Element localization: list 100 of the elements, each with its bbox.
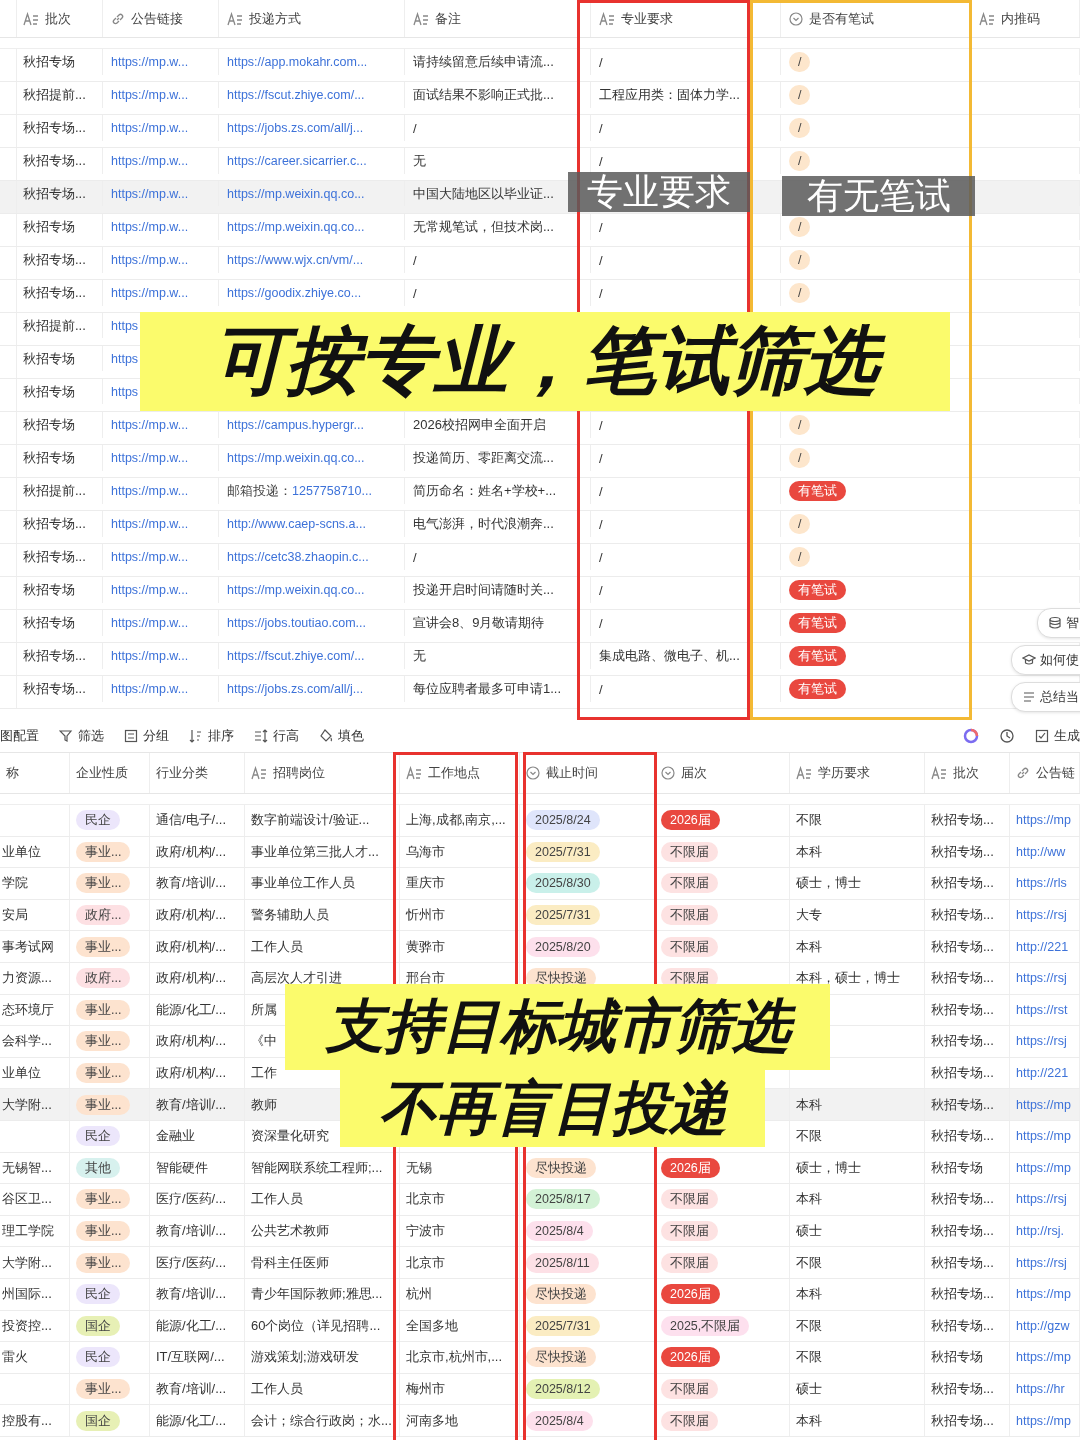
link[interactable]: https://mp.w... (111, 451, 189, 465)
column-header: 公告链接 (131, 9, 183, 28)
table-cell: 硕士 (796, 1380, 822, 1398)
link-icon (1016, 766, 1030, 780)
table-cell: 梅州市 (406, 1380, 445, 1398)
link[interactable]: http://www.caep-scns.a... (227, 517, 366, 531)
link[interactable]: https://mp.w... (111, 517, 189, 531)
text-field-icon (599, 11, 615, 26)
link[interactable]: https://mp.weixin.qq.co... (227, 583, 365, 597)
table-cell: 重庆市 (406, 874, 445, 893)
link[interactable]: https (111, 351, 139, 366)
link[interactable]: https://mp.w... (111, 682, 189, 696)
link[interactable]: https://fscut.zhiye.com/... (227, 649, 365, 663)
table-cell: / (413, 252, 417, 268)
tag: 民企 (76, 810, 120, 831)
toolbar-button[interactable]: 生成 (1035, 727, 1080, 745)
toolbar-button[interactable]: 分组 (124, 727, 169, 745)
link[interactable]: http://221 (1016, 939, 1069, 954)
table-cell: / (599, 417, 603, 433)
link[interactable]: http://221 (1016, 1066, 1069, 1081)
link[interactable]: https://mp.weixin.qq.co... (227, 186, 365, 201)
tag: / (789, 52, 811, 72)
link[interactable]: https://mp.w... (111, 121, 189, 135)
link[interactable]: http://gzw (1016, 1318, 1070, 1333)
link[interactable]: https://cetc38.zhaopin.c... (227, 550, 369, 564)
link[interactable]: https://hr (1016, 1382, 1065, 1396)
table-cell: 秋招专场... (931, 1380, 994, 1398)
link[interactable]: https://www.wjx.cn/vm/... (227, 253, 364, 267)
email-link[interactable]: 1257758710... (292, 484, 372, 498)
table-cell: 安局 (2, 906, 28, 925)
link[interactable]: https (111, 384, 139, 399)
link[interactable]: https://rsj (1016, 1034, 1067, 1049)
table-cell: 全国多地 (406, 1316, 458, 1335)
link[interactable]: https://rsj (1016, 1192, 1067, 1207)
link[interactable]: https://rls (1016, 876, 1067, 891)
link[interactable]: https://mp.w... (111, 55, 189, 69)
toolbar-button[interactable]: 排序 (189, 727, 234, 745)
ring-icon[interactable] (963, 728, 979, 744)
link[interactable]: https://mp.w... (111, 286, 189, 300)
link[interactable]: https://jobs.zs.com/all/j... (227, 121, 364, 135)
link[interactable]: https://mp (1016, 1287, 1071, 1302)
toolbar-button[interactable]: 筛选 (59, 727, 104, 745)
tag: / (789, 547, 811, 567)
link[interactable]: https://goodix.zhiye.co... (227, 286, 362, 300)
link[interactable]: https://mp.weixin.qq.co... (227, 451, 365, 465)
link[interactable]: https://app.mokahr.com... (227, 55, 368, 69)
table-cell: / (599, 450, 603, 466)
column-header: 行业分类 (156, 764, 208, 782)
link[interactable]: https://mp.w... (111, 154, 189, 168)
link[interactable]: https://fscut.zhiye.com/... (227, 88, 365, 102)
link[interactable]: https://mp.w... (111, 88, 189, 102)
tag: 2026届 (661, 1284, 720, 1305)
link[interactable]: https://career.sicarrier.c... (227, 154, 367, 168)
link[interactable]: https://mp.w... (111, 220, 189, 234)
table-cell: 秋招专场... (23, 184, 86, 203)
link[interactable]: http://ww (1016, 844, 1066, 859)
link[interactable]: https://rst (1016, 1002, 1068, 1017)
table-cell: 北京市 (406, 1190, 445, 1209)
link[interactable]: https://mp.w... (111, 484, 189, 498)
history-icon[interactable] (999, 728, 1015, 744)
link[interactable]: https://mp (1016, 1129, 1071, 1144)
link[interactable]: https://campus.hypergr... (227, 418, 364, 432)
link[interactable]: https://mp.w... (111, 583, 189, 597)
assistant-button[interactable]: 智 (1037, 608, 1080, 638)
link[interactable]: https://jobs.zs.com/all/j... (227, 682, 364, 696)
link[interactable]: https://mp (1016, 1097, 1071, 1112)
link[interactable]: https://mp (1016, 1160, 1071, 1175)
table-cell: 秋招专场... (23, 284, 86, 302)
sort-icon (189, 729, 203, 743)
table-cell: 电气澎湃，时代浪潮奔... (413, 515, 554, 533)
link[interactable]: https://mp.w... (111, 253, 189, 267)
link[interactable]: https://mp (1016, 1350, 1071, 1365)
text-field-icon (251, 766, 267, 780)
table-cell: 杭州 (406, 1285, 432, 1304)
table-cell: 本科 (796, 1285, 822, 1304)
link[interactable]: https://mp.w... (111, 418, 189, 432)
link[interactable]: https://mp.w... (111, 550, 189, 564)
link[interactable]: https://mp (1016, 813, 1071, 828)
table-cell: 政府/机构/... (156, 1064, 227, 1083)
table-cell: 秋招专场... (23, 152, 86, 170)
link[interactable]: https://mp.w... (111, 186, 189, 201)
tag: 2026届 (661, 1347, 720, 1368)
link[interactable]: http://rsj. (1016, 1224, 1064, 1238)
toolbar-button[interactable]: 填色 (319, 727, 364, 745)
assistant-button[interactable]: 总结当 (1011, 682, 1080, 712)
link[interactable]: https://mp.w... (111, 616, 189, 630)
link[interactable]: https://mp.weixin.qq.co... (227, 220, 365, 234)
tag: 2025/8/4 (526, 1221, 593, 1241)
link[interactable]: https://rsj (1016, 908, 1067, 923)
assistant-button[interactable]: 如何使 (1011, 645, 1080, 675)
link[interactable]: https://jobs.toutiao.com... (227, 616, 366, 630)
table-cell: 宣讲会8、9月敬请期待 (413, 614, 545, 632)
link[interactable]: https://mp.w... (111, 649, 189, 663)
link[interactable]: https (111, 318, 139, 333)
toolbar-button[interactable]: 图配置 (0, 727, 39, 745)
column-header: 公告链 (1036, 764, 1075, 782)
link[interactable]: https://rsj (1016, 1255, 1067, 1270)
toolbar-button[interactable]: 行高 (254, 727, 299, 745)
link[interactable]: https://mp (1016, 1413, 1071, 1428)
link[interactable]: https://rsj (1016, 971, 1067, 986)
